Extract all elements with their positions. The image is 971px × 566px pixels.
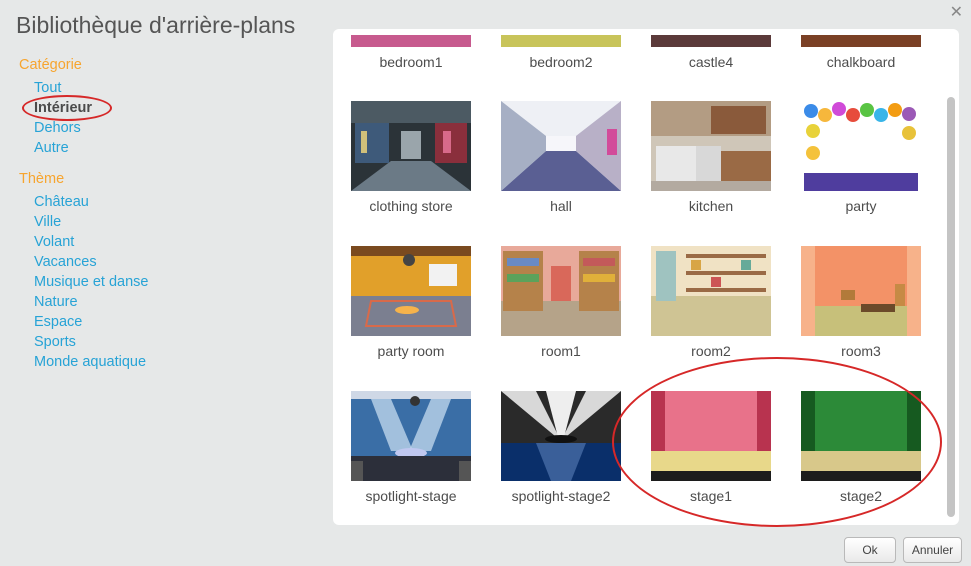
backdrop-tile-kitchen[interactable]: kitchen — [651, 101, 771, 214]
ok-button[interactable]: Ok — [844, 537, 896, 563]
theme-chateau[interactable]: Château — [34, 192, 319, 212]
backdrop-thumbnail — [651, 391, 771, 481]
cancel-button[interactable]: Annuler — [903, 537, 962, 563]
category-autre[interactable]: Autre — [34, 138, 319, 158]
backdrop-label: room1 — [541, 343, 581, 359]
backdrop-label: stage1 — [689, 488, 733, 504]
backdrop-label: spotlight-stage — [365, 488, 457, 504]
backdrop-thumbnail — [501, 391, 621, 481]
category-heading: Catégorie — [19, 57, 82, 73]
theme-ville[interactable]: Ville — [34, 212, 319, 232]
backdrop-thumbnail — [651, 35, 771, 47]
theme-monde-aquatique[interactable]: Monde aquatique — [34, 352, 319, 372]
backdrop-thumbnail — [351, 391, 471, 481]
backdrop-grid: bedroom1 bedroom2 castle4 chalkboard clo… — [333, 29, 943, 525]
backdrop-label: clothing store — [369, 198, 453, 214]
backdrop-grid-panel: bedroom1 bedroom2 castle4 chalkboard clo… — [333, 29, 959, 525]
backdrop-thumbnail — [651, 246, 771, 336]
theme-heading: Thème — [19, 171, 65, 187]
backdrop-label: castle4 — [688, 54, 734, 70]
scrollbar[interactable] — [947, 37, 955, 519]
theme-sports[interactable]: Sports — [34, 332, 319, 352]
backdrop-thumbnail — [801, 391, 921, 481]
backdrop-thumbnail — [351, 246, 471, 336]
backdrop-tile-hall[interactable]: hall — [501, 101, 621, 214]
backdrop-tile-party-room[interactable]: party room — [351, 246, 471, 359]
backdrop-thumbnail — [501, 35, 621, 47]
backdrop-label: stage2 — [839, 488, 883, 504]
theme-volant[interactable]: Volant — [34, 232, 319, 252]
backdrop-label: kitchen — [688, 198, 734, 214]
backdrop-thumbnail — [651, 101, 771, 191]
backdrop-thumbnail — [351, 101, 471, 191]
backdrop-thumbnail — [501, 246, 621, 336]
category-dehors[interactable]: Dehors — [34, 118, 319, 138]
sidebar: Catégorie Tout Intérieur Dehors Autre Th… — [19, 57, 319, 372]
backdrop-thumbnail — [801, 246, 921, 336]
backdrop-tile-bedroom1[interactable]: bedroom1 — [351, 35, 471, 70]
backdrop-label: party room — [377, 343, 445, 359]
backdrop-tile-clothing-store[interactable]: clothing store — [351, 101, 471, 214]
backdrop-thumbnail — [801, 35, 921, 47]
theme-musique-et-danse[interactable]: Musique et danse — [34, 272, 319, 292]
theme-nature[interactable]: Nature — [34, 292, 319, 312]
backdrop-tile-stage1[interactable]: stage1 — [651, 391, 771, 504]
backdrop-label: chalkboard — [826, 54, 896, 70]
backdrop-label: bedroom2 — [529, 54, 593, 70]
scrollbar-thumb[interactable] — [947, 97, 955, 517]
backdrop-label: hall — [550, 198, 572, 214]
backdrop-tile-room3[interactable]: room3 — [801, 246, 921, 359]
dialog-title: Bibliothèque d'arrière-plans — [16, 12, 296, 38]
backdrop-thumbnail — [501, 101, 621, 191]
close-icon[interactable]: ✕ — [950, 2, 963, 22]
backdrop-tile-room2[interactable]: room2 — [651, 246, 771, 359]
backdrop-thumbnail — [351, 35, 471, 47]
backdrop-thumbnail — [801, 101, 921, 191]
backdrop-label: bedroom1 — [379, 54, 443, 70]
backdrop-label: spotlight-stage2 — [511, 488, 611, 504]
theme-espace[interactable]: Espace — [34, 312, 319, 332]
backdrop-tile-chalkboard[interactable]: chalkboard — [801, 35, 921, 70]
backdrop-label: party — [845, 198, 877, 214]
backdrop-tile-party[interactable]: party — [801, 101, 921, 214]
backdrop-tile-bedroom2[interactable]: bedroom2 — [501, 35, 621, 70]
backdrop-label: room3 — [841, 343, 881, 359]
backdrop-tile-stage2[interactable]: stage2 — [801, 391, 921, 504]
category-interieur[interactable]: Intérieur — [22, 95, 319, 121]
backdrop-label: room2 — [691, 343, 731, 359]
theme-vacances[interactable]: Vacances — [34, 252, 319, 272]
backdrop-tile-castle4[interactable]: castle4 — [651, 35, 771, 70]
backdrop-tile-spotlight-stage2[interactable]: spotlight-stage2 — [501, 391, 621, 504]
backdrop-tile-spotlight-stage[interactable]: spotlight-stage — [351, 391, 471, 504]
backdrop-tile-room1[interactable]: room1 — [501, 246, 621, 359]
